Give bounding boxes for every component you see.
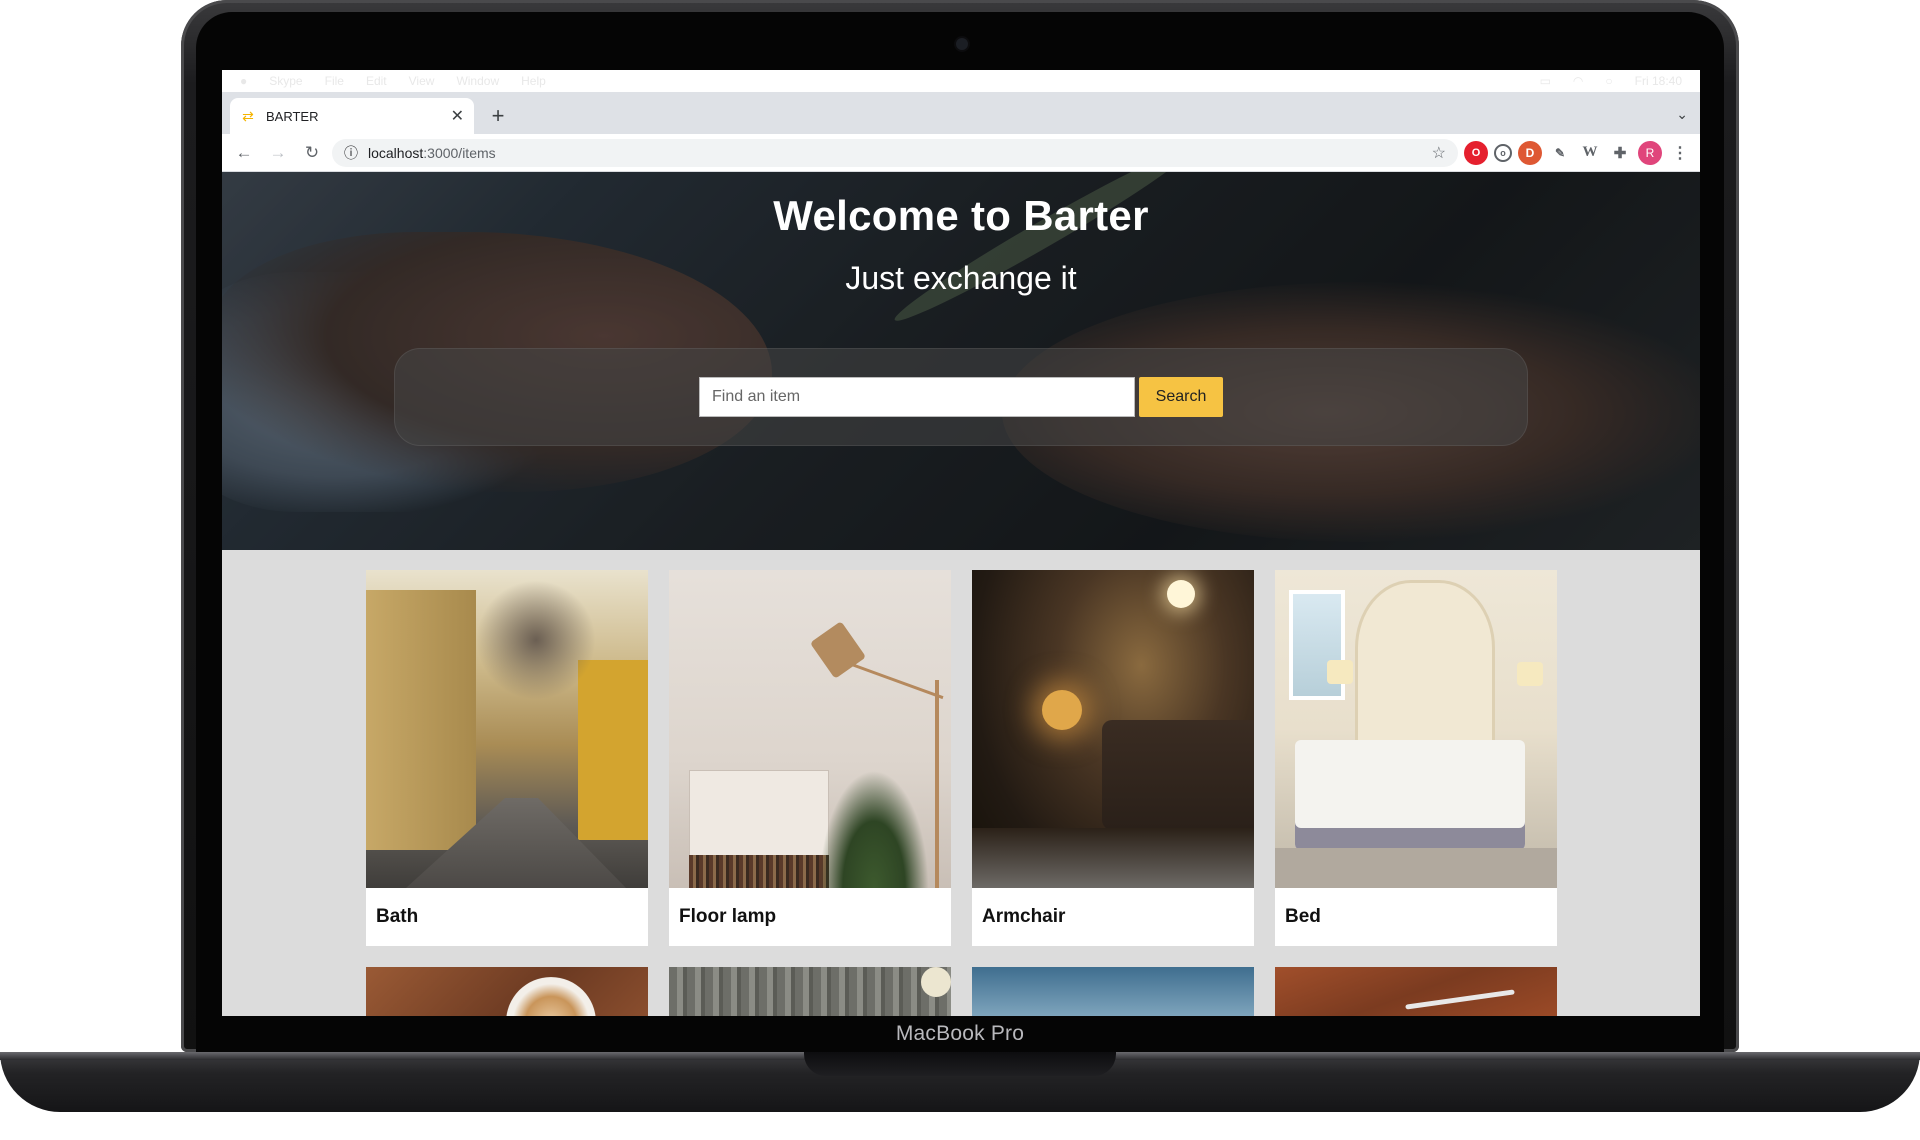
- search-panel: Search: [394, 348, 1528, 446]
- menubar-item-help[interactable]: Help: [521, 74, 546, 88]
- info-icon[interactable]: ⓘ: [344, 143, 358, 163]
- menubar-item-file[interactable]: File: [325, 74, 344, 88]
- duckduckgo-icon[interactable]: D: [1518, 140, 1542, 165]
- item-name[interactable]: Armchair: [972, 888, 1254, 946]
- browser-tab[interactable]: ⇄ BARTER ✕: [230, 98, 474, 134]
- item-card-partial[interactable]: [669, 967, 951, 1016]
- items-grid: Bath Floor lamp Armchair Bed: [366, 570, 1557, 1016]
- more-options-icon[interactable]: ⋮: [1668, 141, 1692, 165]
- search-input[interactable]: [699, 377, 1135, 417]
- search-icon[interactable]: ○: [1605, 74, 1612, 88]
- address-path: :3000/items: [423, 144, 496, 161]
- item-card-floor-lamp[interactable]: Floor lamp: [669, 570, 951, 946]
- hero-banner: Welcome to Barter Just exchange it Searc…: [222, 172, 1700, 550]
- ublock-icon[interactable]: o: [1494, 143, 1512, 162]
- bookmark-star-icon[interactable]: ☆: [1432, 143, 1446, 163]
- screen: ● Skype File Edit View Window Help ▭ ◠ ○…: [222, 70, 1700, 1016]
- forward-button[interactable]: →: [264, 139, 292, 167]
- lamp-photo[interactable]: [669, 570, 951, 888]
- item-name[interactable]: Bath: [366, 888, 648, 946]
- item-card-bed[interactable]: Bed: [1275, 570, 1557, 946]
- new-tab-button[interactable]: +: [480, 98, 516, 134]
- item-card-bath[interactable]: Bath: [366, 570, 648, 946]
- street-photo[interactable]: [366, 570, 648, 888]
- item-card-partial[interactable]: [1275, 967, 1557, 1016]
- laptop-notch: [804, 1052, 1116, 1076]
- sky-photo[interactable]: [972, 967, 1254, 1016]
- menubar-item-view[interactable]: View: [409, 74, 435, 88]
- opera-icon[interactable]: O: [1464, 140, 1488, 165]
- item-card-partial[interactable]: [972, 967, 1254, 1016]
- menubar-item-window[interactable]: Window: [456, 74, 499, 88]
- coffee-photo[interactable]: [366, 967, 648, 1016]
- hero-title: Welcome to Barter: [773, 192, 1149, 239]
- bed-photo[interactable]: [1275, 570, 1557, 888]
- search-button[interactable]: Search: [1139, 377, 1223, 417]
- menubar-item-edit[interactable]: Edit: [366, 74, 387, 88]
- menubar-item-app[interactable]: Skype: [269, 74, 302, 88]
- armchair-photo[interactable]: [972, 570, 1254, 888]
- w-icon[interactable]: W: [1578, 141, 1602, 165]
- puzzle-icon[interactable]: ✚: [1608, 141, 1632, 165]
- back-button[interactable]: ←: [230, 139, 258, 167]
- pen-icon[interactable]: ✎: [1548, 141, 1572, 165]
- address-bar[interactable]: ⓘ localhost:3000/items ☆: [332, 138, 1458, 167]
- barter-favicon-icon: ⇄: [242, 107, 254, 124]
- mac-menubar: ● Skype File Edit View Window Help ▭ ◠ ○…: [222, 70, 1700, 92]
- browser-toolbar: ← → ↻ ⓘ localhost:3000/items ☆ O o D ✎ W…: [222, 134, 1700, 172]
- menubar-status-area: ▭ ◠ ○ Fri 18:40: [1540, 74, 1682, 88]
- browser-tabstrip: ⇄ BARTER ✕ + ⌄: [222, 92, 1700, 134]
- device-brand-label: MacBook Pro: [895, 1022, 1025, 1045]
- item-card-armchair[interactable]: Armchair: [972, 570, 1254, 946]
- barter-page: Welcome to Barter Just exchange it Searc…: [222, 172, 1700, 1016]
- tab-title: BARTER: [266, 108, 319, 124]
- hero-subtitle: Just exchange it: [845, 260, 1077, 296]
- wall-photo[interactable]: [669, 967, 951, 1016]
- item-name[interactable]: Bed: [1275, 888, 1557, 946]
- desk-photo[interactable]: [1275, 967, 1557, 1016]
- profile-avatar[interactable]: R: [1638, 140, 1662, 165]
- item-card-partial[interactable]: [366, 967, 648, 1016]
- address-host: localhost: [368, 144, 424, 161]
- camera-icon: [956, 38, 968, 50]
- laptop-mockup: ● Skype File Edit View Window Help ▭ ◠ ○…: [0, 0, 1920, 1140]
- apple-icon[interactable]: ●: [240, 74, 247, 88]
- item-name[interactable]: Floor lamp: [669, 888, 951, 946]
- clock[interactable]: Fri 18:40: [1635, 74, 1682, 88]
- wifi-icon[interactable]: ◠: [1573, 74, 1583, 88]
- chevron-down-icon[interactable]: ⌄: [1676, 106, 1688, 123]
- battery-icon[interactable]: ▭: [1540, 74, 1551, 88]
- reload-button[interactable]: ↻: [298, 139, 326, 167]
- close-tab-icon[interactable]: ✕: [451, 106, 464, 126]
